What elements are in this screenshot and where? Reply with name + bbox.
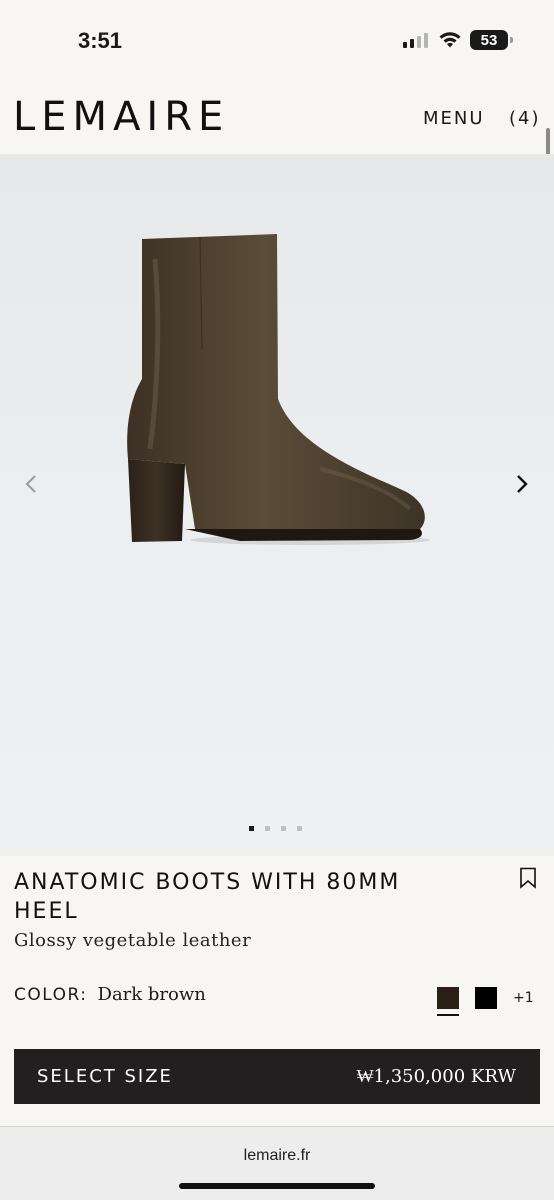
gallery-dot[interactable] [265,826,270,831]
product-image-boot [127,234,430,545]
color-label: COLOR: [14,985,88,1005]
gallery-dot[interactable] [297,826,302,831]
url-field[interactable]: lemaire.fr [0,1147,554,1165]
gallery-pagination [249,826,302,831]
status-icons: 53 [402,30,513,50]
menu-button[interactable]: MENU [423,108,485,129]
color-selector: COLOR: Dark brown [14,984,206,1005]
wifi-icon [439,32,461,48]
gallery-dot[interactable] [249,826,254,831]
product-material: Glossy vegetable leather [14,930,252,951]
status-bar: 3:51 53 [0,0,554,80]
home-indicator[interactable] [179,1183,375,1189]
swatch-black[interactable] [475,987,497,1009]
next-image-button[interactable] [510,472,534,496]
battery-level: 53 [480,31,498,49]
cart-button[interactable]: (4) [509,108,541,129]
product-price: ₩1,350,000 KRW [356,1066,516,1087]
bookmark-icon [520,867,536,889]
browser-address-bar[interactable]: lemaire.fr [0,1126,554,1200]
brand-logo[interactable]: LEMAIRE [13,94,229,140]
more-colors-button[interactable]: +1 [513,990,534,1006]
color-value: Dark brown [97,984,206,1005]
gallery-dot[interactable] [281,826,286,831]
battery-icon: 53 [470,30,513,50]
chevron-left-icon [25,475,36,493]
site-header: LEMAIRE MENU (4) [0,80,554,154]
swatch-dark-brown[interactable] [437,987,459,1009]
status-time: 3:51 [78,28,123,53]
cellular-signal-icon [403,33,428,48]
select-size-button[interactable]: SELECT SIZE ₩1,350,000 KRW [14,1049,540,1104]
wishlist-button[interactable] [519,867,537,893]
product-gallery[interactable] [0,154,554,856]
previous-image-button[interactable] [19,472,43,496]
chevron-right-icon [517,475,528,493]
product-title: ANATOMIC BOOTS WITH 80MM HEEL [14,870,401,924]
select-size-label: SELECT SIZE [37,1066,173,1087]
swatch-selected-indicator [437,1014,459,1016]
